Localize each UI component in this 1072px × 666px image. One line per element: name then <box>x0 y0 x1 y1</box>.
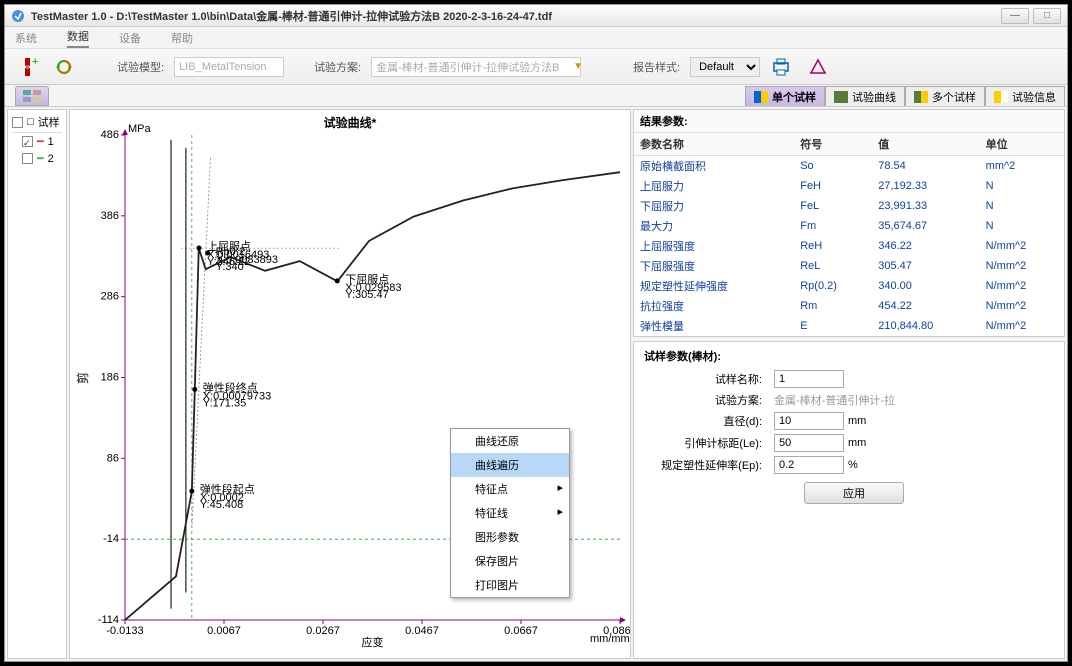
svg-text:-0.0133: -0.0133 <box>106 625 143 637</box>
table-row: 原始横截面积So78.54mm^2 <box>634 156 1064 177</box>
params-panel: 试样参数(棒材): 试样名称: 试验方案:金属-棒材-普通引伸计-拉直径(d):m… <box>633 341 1065 659</box>
app-icon <box>11 9 25 23</box>
table-row: 上屈服力FeH27,192.33N <box>634 176 1064 196</box>
tree-root-checkbox[interactable] <box>12 117 23 128</box>
param-input-4[interactable] <box>774 456 844 474</box>
context-menu: 曲线还原 曲线遍历 特征点▸ 特征线▸ 图形参数 保存图片 打印图片 <box>450 428 570 598</box>
svg-text:486: 486 <box>101 129 119 141</box>
chart-pane[interactable]: 试验曲线* 剪 MPamm/mm-114-1486186286386486-0.… <box>69 109 631 659</box>
menu-help[interactable]: 帮助 <box>171 30 193 46</box>
svg-text:0.0667: 0.0667 <box>504 625 538 637</box>
param-input-3[interactable] <box>774 434 844 452</box>
ctx-restore[interactable]: 曲线还原 <box>451 429 569 453</box>
svg-text:386: 386 <box>101 210 119 222</box>
table-row: 下屈服力FeL23,991.33N <box>634 196 1064 216</box>
svg-text:MPa: MPa <box>128 123 152 135</box>
apply-button[interactable]: 应用 <box>804 482 904 504</box>
model-label: 试验模型: <box>117 59 164 75</box>
svg-text:186: 186 <box>101 372 119 384</box>
svg-text:0.0467: 0.0467 <box>405 625 439 637</box>
table-row: 上屈服强度ReH346.22N/mm^2 <box>634 236 1064 256</box>
svg-text:+: + <box>32 57 38 68</box>
results-header: 结果参数: <box>634 110 1064 133</box>
param-row: 试验方案:金属-棒材-普通引伸计-拉 <box>644 392 1054 408</box>
params-header: 试样参数(棒材): <box>644 348 1054 364</box>
table-row: 弹性模量E210,844.80N/mm^2 <box>634 316 1064 336</box>
ctx-print-image[interactable]: 打印图片 <box>451 573 569 597</box>
table-row: 最大力Fm35,674.67N <box>634 216 1064 236</box>
window-title: TestMaster 1.0 - D:\TestMaster 1.0\bin\D… <box>31 8 1001 24</box>
organize-tab[interactable] <box>15 86 49 106</box>
model-field[interactable] <box>174 57 284 77</box>
plan-dropdown-icon[interactable]: ▼ <box>573 61 583 72</box>
subtabs: 单个试样 试验曲线 多个试样 试验信息 <box>5 85 1067 107</box>
svg-text:Y:45.408: Y:45.408 <box>200 499 243 511</box>
svg-text:Y:171.35: Y:171.35 <box>203 397 246 409</box>
report-label: 报告样式: <box>633 59 680 75</box>
tab-curve[interactable]: 试验曲线 <box>825 86 905 106</box>
svg-text:0.0267: 0.0267 <box>306 625 340 637</box>
results-table: 参数名称 符号 值 单位 原始横截面积So78.54mm^2上屈服力FeH27,… <box>634 133 1064 336</box>
tab-info[interactable]: 试验信息 <box>985 86 1065 106</box>
sample-2-label[interactable]: 2 <box>48 153 54 165</box>
export-button[interactable] <box>806 54 832 80</box>
svg-text:286: 286 <box>101 291 119 303</box>
param-row: 规定塑性延伸率(Ep):% <box>644 456 1054 474</box>
print-preview-button[interactable] <box>770 54 796 80</box>
ctx-traverse[interactable]: 曲线遍历 <box>451 453 569 477</box>
menu-system[interactable]: 系统 <box>15 30 37 46</box>
plan-field[interactable] <box>371 57 581 77</box>
svg-text:Y:305.47: Y:305.47 <box>345 289 388 301</box>
svg-text:Y:346.22: Y:346.22 <box>207 256 250 268</box>
param-value-readonly: 金属-棒材-普通引伸计-拉 <box>774 392 895 408</box>
results-panel: 结果参数: 参数名称 符号 值 单位 原始横截面积So78.54mm^2上屈服力… <box>633 109 1065 337</box>
maximize-button[interactable]: □ <box>1033 8 1061 24</box>
param-input-2[interactable] <box>774 412 844 430</box>
tab-single-sample[interactable]: 单个试样 <box>745 86 825 106</box>
ctx-feature-point[interactable]: 特征点▸ <box>451 477 569 501</box>
param-row: 直径(d):mm <box>644 412 1054 430</box>
table-row: 规定塑性延伸强度Rp(0.2)340.00N/mm^2 <box>634 276 1064 296</box>
param-row: 引伸计标距(Le):mm <box>644 434 1054 452</box>
table-row: 抗拉强度Rm454.22N/mm^2 <box>634 296 1064 316</box>
ctx-save-image[interactable]: 保存图片 <box>451 549 569 573</box>
sample-1-checkbox[interactable] <box>22 136 33 147</box>
ctx-graph-params[interactable]: 图形参数 <box>451 525 569 549</box>
refresh-button[interactable] <box>51 54 77 80</box>
sample-tree: □试样 ━1 ━2 <box>7 109 67 659</box>
report-select[interactable]: Default <box>690 57 760 77</box>
table-row: 下屈服强度ReL305.47N/mm^2 <box>634 256 1064 276</box>
minimize-button[interactable]: — <box>1001 8 1029 24</box>
menubar: 系统 数据 设备 帮助 <box>5 27 1067 49</box>
tree-header: 试样 <box>38 114 60 130</box>
svg-text:0.0867: 0.0867 <box>603 625 630 637</box>
add-sample-button[interactable]: + <box>15 54 41 80</box>
svg-text:0.0067: 0.0067 <box>207 625 241 637</box>
plan-label: 试验方案: <box>314 59 361 75</box>
menu-data[interactable]: 数据 <box>67 28 89 48</box>
param-row: 试样名称: <box>644 370 1054 388</box>
sample-2-checkbox[interactable] <box>22 153 33 164</box>
svg-text:应变: 应变 <box>362 635 384 649</box>
svg-text:86: 86 <box>107 452 119 464</box>
toolbar: + 试验模型: 试验方案: ▼ 报告样式: Default <box>5 49 1067 85</box>
param-input-0[interactable] <box>774 370 844 388</box>
menu-device[interactable]: 设备 <box>119 30 141 46</box>
titlebar: TestMaster 1.0 - D:\TestMaster 1.0\bin\D… <box>5 5 1067 27</box>
svg-text:-14: -14 <box>103 533 119 545</box>
sample-1-label[interactable]: 1 <box>48 136 54 148</box>
tab-multi-sample[interactable]: 多个试样 <box>905 86 985 106</box>
ctx-feature-line[interactable]: 特征线▸ <box>451 501 569 525</box>
